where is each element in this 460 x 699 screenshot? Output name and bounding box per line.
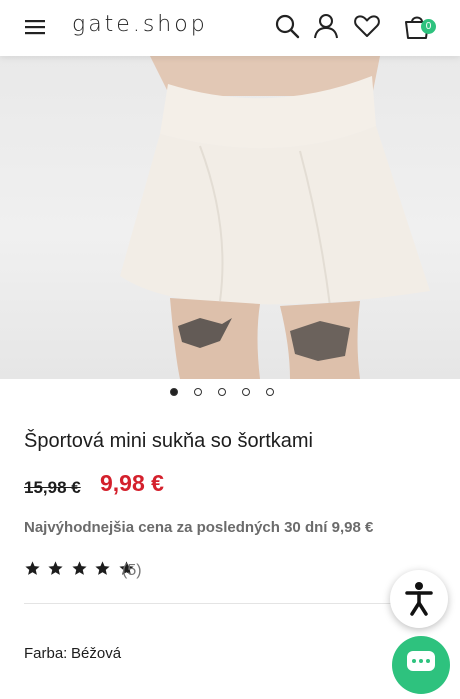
star-icon [48,561,64,575]
menu-icon[interactable] [24,17,46,37]
header: gate.shop 0 [0,0,460,56]
heart-icon[interactable] [353,12,381,40]
gallery-dot-2[interactable] [194,388,202,396]
product-image[interactable] [0,56,460,379]
user-icon[interactable] [312,12,340,40]
review-count[interactable]: (5) [122,562,142,580]
rating-stars[interactable] [24,560,137,580]
old-price: 15,98 € [24,478,81,497]
chat-icon [407,651,435,671]
gallery-dot-1[interactable] [170,388,178,396]
gallery-dot-3[interactable] [218,388,226,396]
search-icon[interactable] [273,12,301,40]
gallery-dot-4[interactable] [242,388,250,396]
star-icon [95,561,110,575]
product-title: Športová mini sukňa so šortkami [24,430,314,452]
accessibility-button[interactable] [390,570,448,628]
star-icon [25,561,40,575]
logo[interactable]: gate.shop [72,12,208,37]
divider [24,603,436,604]
gallery-pagination [0,388,460,400]
sale-price: 9,98 € [100,470,164,496]
star-icon [72,561,87,575]
lowest-price-note: Najvýhodnejšia cena za posledných 30 dní… [24,519,374,536]
gallery-dot-5[interactable] [266,388,274,396]
product-photo [120,56,430,379]
color-value: Béžová [71,645,122,662]
accessibility-icon [405,582,433,616]
color-label: Farba: [24,645,68,662]
chat-button[interactable] [392,636,450,694]
cart-count-badge: 0 [421,19,436,34]
